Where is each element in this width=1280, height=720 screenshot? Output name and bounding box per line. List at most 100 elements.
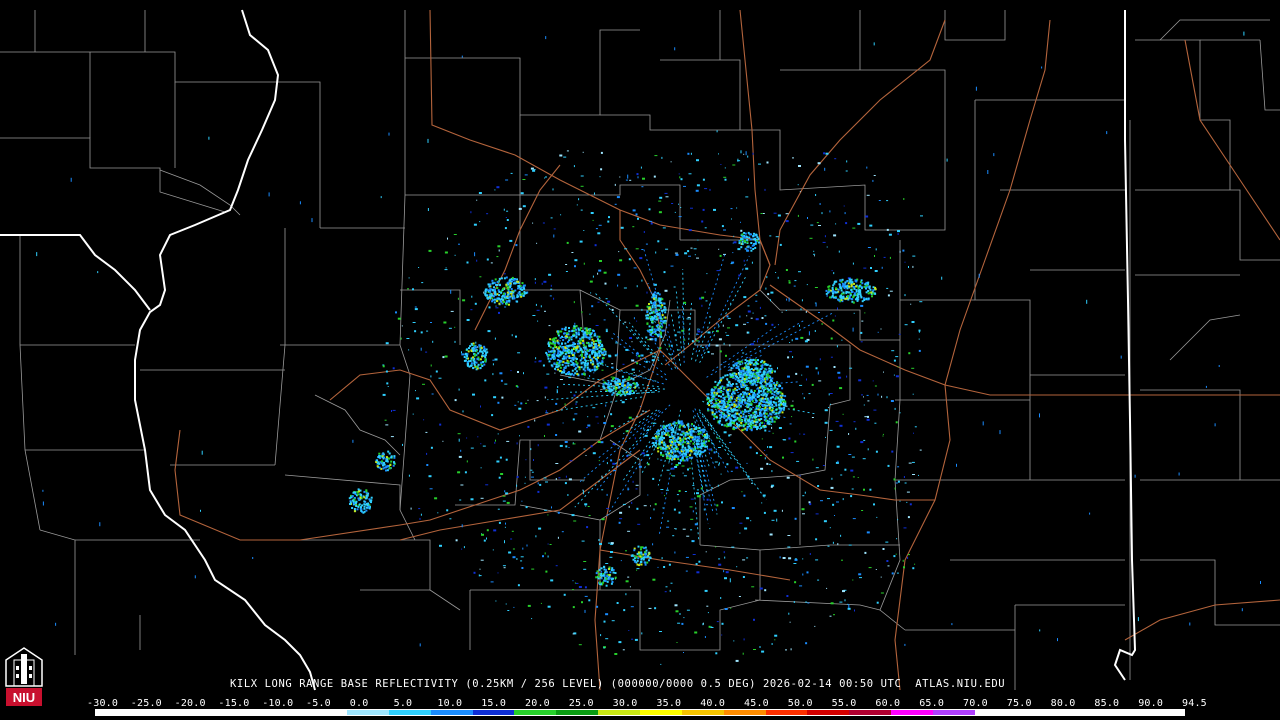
radar-return bbox=[886, 396, 888, 399]
radar-return bbox=[579, 347, 582, 350]
radar-return bbox=[867, 281, 870, 284]
radar-return bbox=[490, 581, 494, 583]
radar-return bbox=[652, 355, 654, 358]
radar-return bbox=[457, 471, 461, 474]
radar-return bbox=[654, 309, 657, 312]
radar-return bbox=[481, 533, 484, 536]
radar-return bbox=[554, 372, 556, 374]
radar-return bbox=[465, 353, 468, 356]
radar-return bbox=[636, 563, 639, 566]
radar-return bbox=[449, 518, 452, 520]
radar-return bbox=[578, 366, 581, 369]
radar-return bbox=[652, 294, 655, 296]
radar-return bbox=[831, 477, 833, 480]
radar-return bbox=[575, 331, 578, 334]
radar-return bbox=[790, 648, 792, 651]
radar-return bbox=[352, 439, 354, 443]
radar-return bbox=[806, 378, 807, 381]
radar-return bbox=[547, 357, 550, 360]
radar-return bbox=[573, 394, 576, 397]
radar-return bbox=[735, 376, 738, 379]
radar-return bbox=[721, 501, 723, 504]
radar-return bbox=[1205, 385, 1207, 388]
radar-return bbox=[757, 376, 760, 379]
radar-return bbox=[660, 441, 663, 444]
radar-return bbox=[578, 644, 582, 646]
radar-return bbox=[97, 271, 99, 274]
radar-return bbox=[763, 401, 765, 403]
radar-return bbox=[554, 337, 557, 340]
radar-return bbox=[704, 589, 708, 592]
radar-return bbox=[696, 443, 698, 446]
radar-return bbox=[657, 450, 660, 453]
radar-return bbox=[721, 225, 724, 228]
radar-return bbox=[786, 298, 788, 301]
radar-return bbox=[599, 362, 602, 365]
radar-return bbox=[806, 284, 808, 286]
radar-return bbox=[684, 433, 687, 436]
radar-return bbox=[631, 638, 634, 640]
radar-return bbox=[863, 396, 864, 398]
radar-return bbox=[692, 510, 694, 513]
radar-map bbox=[0, 0, 1280, 720]
radar-return bbox=[602, 574, 605, 577]
radar-return bbox=[835, 420, 839, 422]
radar-return bbox=[564, 367, 567, 369]
radar-return bbox=[660, 453, 663, 456]
radar-return bbox=[683, 185, 686, 187]
radar-return bbox=[723, 551, 725, 554]
radar-return bbox=[647, 555, 650, 558]
radar-return bbox=[867, 247, 871, 248]
radar-return bbox=[758, 374, 761, 377]
radar-return bbox=[647, 317, 650, 320]
radar-return bbox=[659, 328, 662, 331]
radar-return bbox=[479, 575, 482, 577]
radar-return bbox=[896, 538, 898, 540]
radar-return bbox=[526, 544, 528, 547]
radar-return bbox=[801, 374, 803, 376]
radar-return bbox=[589, 349, 592, 351]
radar-return bbox=[365, 490, 368, 493]
radar-return bbox=[719, 350, 722, 353]
radar-return bbox=[590, 292, 592, 294]
radar-return bbox=[589, 329, 592, 331]
radar-return bbox=[467, 350, 470, 353]
radar-return bbox=[584, 586, 587, 589]
radar-return bbox=[619, 518, 623, 520]
radar-return bbox=[741, 375, 744, 377]
radar-return bbox=[548, 350, 550, 353]
radar-return bbox=[509, 239, 513, 242]
radar-return bbox=[586, 363, 589, 366]
radar-return bbox=[872, 380, 874, 382]
radar-return bbox=[699, 328, 701, 330]
radar-return bbox=[864, 416, 868, 418]
radar-return bbox=[759, 411, 762, 414]
radar-return bbox=[718, 338, 722, 341]
radar-return bbox=[505, 303, 508, 306]
radar-return bbox=[637, 557, 640, 560]
radar-return bbox=[493, 529, 497, 532]
radar-return bbox=[575, 403, 577, 406]
radar-return bbox=[907, 516, 910, 519]
radar-return bbox=[830, 403, 831, 405]
radar-return bbox=[828, 407, 830, 408]
radar-return bbox=[818, 225, 821, 226]
radar-return bbox=[727, 406, 730, 409]
radar-return bbox=[742, 576, 745, 578]
radar-return bbox=[457, 433, 461, 435]
radar-return bbox=[659, 631, 662, 632]
radar-return bbox=[617, 284, 619, 287]
colorbar-segment bbox=[1058, 710, 1101, 715]
radar-return bbox=[777, 214, 781, 217]
radar-return bbox=[566, 150, 569, 152]
radar-return bbox=[545, 351, 548, 354]
radar-return bbox=[555, 434, 558, 436]
radar-return bbox=[830, 356, 833, 358]
radar-return bbox=[864, 312, 866, 314]
radar-return bbox=[698, 495, 701, 498]
radar-return bbox=[912, 265, 914, 268]
radar-return bbox=[914, 426, 917, 428]
radar-return bbox=[564, 326, 567, 329]
radar-return bbox=[893, 374, 895, 376]
radar-return bbox=[597, 341, 600, 344]
